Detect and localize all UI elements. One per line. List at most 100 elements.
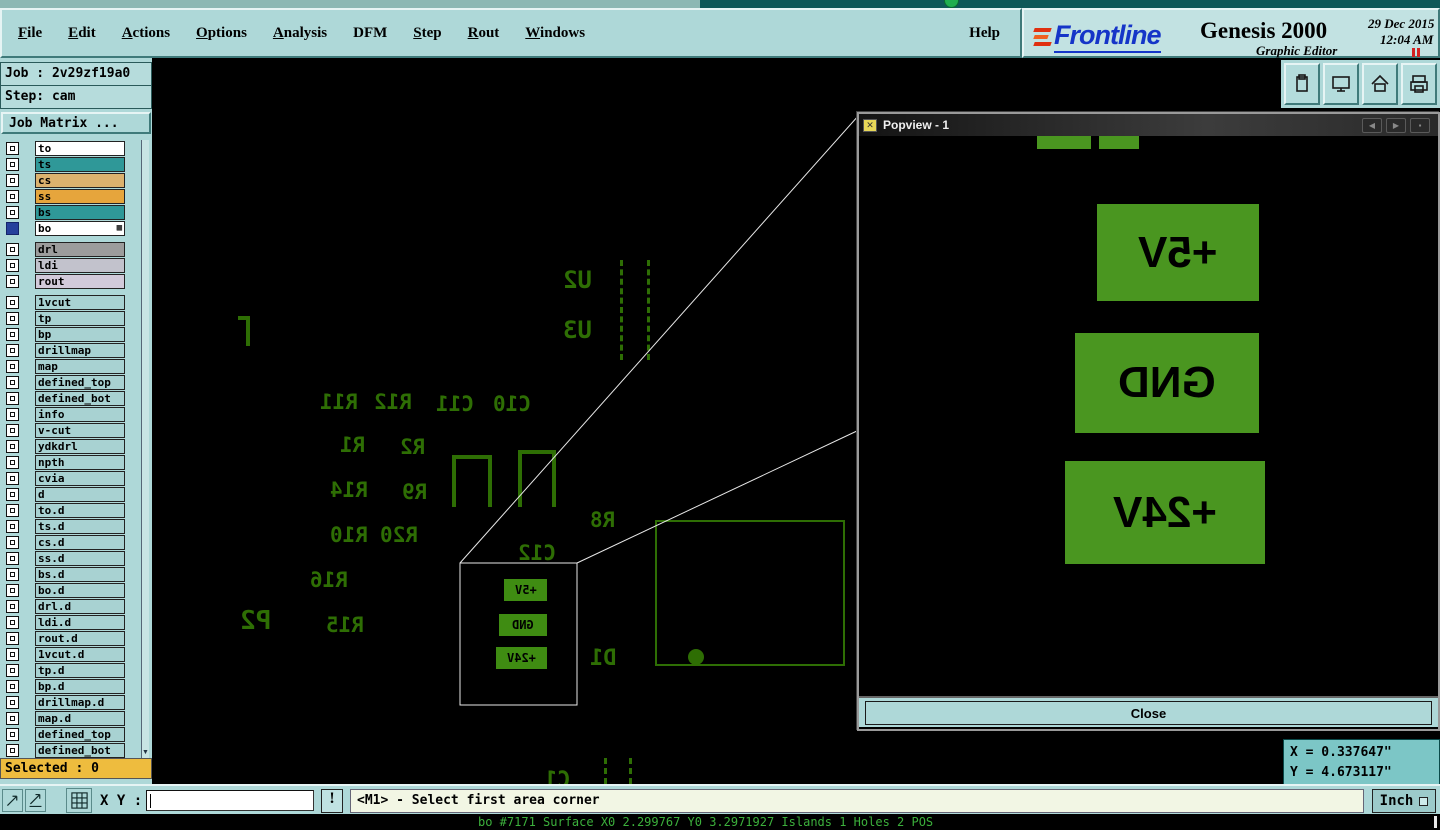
layer-label[interactable]: ts.d (35, 518, 125, 534)
layer-row-ydkdrl[interactable]: ydkdrl (0, 438, 140, 454)
layer-checkbox-icon[interactable] (6, 711, 19, 725)
layer-label[interactable]: ts (35, 156, 125, 172)
layer-label[interactable]: bs (35, 204, 125, 220)
layer-row-bo.d[interactable]: bo.d (0, 582, 140, 598)
menu-edit[interactable]: Edit (68, 25, 96, 42)
layer-row-bp.d[interactable]: bp.d (0, 678, 140, 694)
layer-row-rout[interactable]: rout (0, 273, 140, 289)
layer-row-drillmap.d[interactable]: drillmap.d (0, 694, 140, 710)
layer-label[interactable]: defined_top (35, 726, 125, 742)
home-button[interactable] (1362, 63, 1398, 105)
menu-file[interactable]: File (18, 25, 42, 42)
layer-row-ts[interactable]: ts (0, 156, 140, 172)
menu-options[interactable]: Options (196, 25, 247, 42)
layer-label[interactable]: bs.d (35, 566, 125, 582)
layer-label[interactable]: drl (35, 241, 125, 257)
layer-row-defined_bot[interactable]: defined_bot (0, 742, 140, 758)
layer-checkbox-icon[interactable] (6, 173, 19, 187)
layer-label[interactable]: bp (35, 326, 125, 342)
layer-checkbox-icon[interactable] (6, 407, 19, 421)
layer-checkbox-icon[interactable] (6, 727, 19, 741)
layer-row-bs[interactable]: bs (0, 204, 140, 220)
alert-button[interactable]: ! (321, 789, 343, 813)
layer-label[interactable]: drl.d (35, 598, 125, 614)
layer-checkbox-icon[interactable] (6, 455, 19, 469)
layer-label[interactable]: d (35, 486, 125, 502)
layer-checkbox-icon[interactable] (6, 663, 19, 677)
layer-checkbox-icon[interactable] (6, 567, 19, 581)
layer-scrollbar[interactable]: ▼ (141, 140, 149, 758)
popview-minimize-button[interactable]: ▪ (1410, 117, 1430, 133)
layer-row-tp.d[interactable]: tp.d (0, 662, 140, 678)
layer-row-info[interactable]: info (0, 406, 140, 422)
layer-label[interactable]: info (35, 406, 125, 422)
layer-row-drl.d[interactable]: drl.d (0, 598, 140, 614)
layer-label[interactable]: ldi (35, 257, 125, 273)
layer-label[interactable]: v-cut (35, 422, 125, 438)
layer-label[interactable]: bo.d (35, 582, 125, 598)
layer-row-ss.d[interactable]: ss.d (0, 550, 140, 566)
layer-row-defined_top[interactable]: defined_top (0, 726, 140, 742)
layer-label[interactable]: tp.d (35, 662, 125, 678)
layer-label[interactable]: to (35, 140, 125, 156)
layer-row-cs.d[interactable]: cs.d (0, 534, 140, 550)
layer-checkbox-icon[interactable] (6, 205, 19, 219)
layer-row-defined_top[interactable]: defined_top (0, 374, 140, 390)
clipboard-button[interactable] (1284, 63, 1320, 105)
layer-checkbox-icon[interactable] (6, 343, 19, 357)
layer-checkbox-icon[interactable] (6, 189, 19, 203)
layer-checkbox-icon[interactable] (6, 258, 19, 272)
menu-windows[interactable]: Windows (525, 25, 585, 42)
menu-analysis[interactable]: Analysis (273, 25, 327, 42)
layer-checkbox-icon[interactable] (6, 503, 19, 517)
layer-checkbox-icon[interactable] (6, 551, 19, 565)
layer-checkbox-icon[interactable] (6, 359, 19, 373)
layer-label[interactable]: defined_bot (35, 390, 125, 406)
layer-label[interactable]: to.d (35, 502, 125, 518)
layer-label[interactable]: ss.d (35, 550, 125, 566)
layer-label[interactable]: defined_top (35, 374, 125, 390)
popview-back-button[interactable]: ◀ (1362, 117, 1382, 133)
layer-checkbox-icon[interactable] (6, 439, 19, 453)
layer-row-rout.d[interactable]: rout.d (0, 630, 140, 646)
layer-row-1vcut[interactable]: 1vcut (0, 294, 140, 310)
layer-label[interactable]: 1vcut.d (35, 646, 125, 662)
layer-row-ts.d[interactable]: ts.d (0, 518, 140, 534)
layer-checkbox-icon[interactable] (6, 423, 19, 437)
layer-label[interactable]: bo ▦ (35, 220, 125, 236)
layer-label[interactable]: rout.d (35, 630, 125, 646)
measure-tool-button[interactable] (2, 789, 23, 812)
layer-label[interactable]: 1vcut (35, 294, 125, 310)
layer-checkbox-icon[interactable] (6, 295, 19, 309)
monitor-button[interactable] (1323, 63, 1359, 105)
layer-row-to[interactable]: to (0, 140, 140, 156)
measure-tool-alt-button[interactable] (25, 789, 46, 812)
layer-checkbox-icon[interactable] (6, 327, 19, 341)
layer-row-map.d[interactable]: map.d (0, 710, 140, 726)
layer-row-1vcut.d[interactable]: 1vcut.d (0, 646, 140, 662)
xy-input[interactable] (146, 790, 314, 811)
layer-checkbox-icon[interactable] (6, 647, 19, 661)
layer-row-v-cut[interactable]: v-cut (0, 422, 140, 438)
popview-forward-button[interactable]: ▶ (1386, 117, 1406, 133)
menu-step[interactable]: Step (413, 25, 441, 42)
menu-actions[interactable]: Actions (122, 25, 170, 42)
layer-checkbox-icon[interactable] (6, 141, 19, 155)
layer-label[interactable]: cs.d (35, 534, 125, 550)
layer-label[interactable]: bp.d (35, 678, 125, 694)
popview-content[interactable]: +5V GND +24V (859, 136, 1438, 696)
layer-checkbox-icon[interactable] (6, 487, 19, 501)
layer-label[interactable]: drillmap.d (35, 694, 125, 710)
job-matrix-button[interactable]: Job Matrix ... (1, 112, 151, 134)
layer-checkbox-icon[interactable] (6, 471, 19, 485)
layer-label[interactable]: drillmap (35, 342, 125, 358)
layer-row-map[interactable]: map (0, 358, 140, 374)
layer-label[interactable]: rout (35, 273, 125, 289)
layer-label[interactable]: ldi.d (35, 614, 125, 630)
layer-row-drl[interactable]: drl (0, 241, 140, 257)
layer-row-cs[interactable]: cs (0, 172, 140, 188)
grid-snap-button[interactable] (66, 788, 92, 813)
layer-label[interactable]: npth (35, 454, 125, 470)
layer-checkbox-icon[interactable] (6, 157, 19, 171)
layer-checkbox-icon[interactable] (6, 391, 19, 405)
